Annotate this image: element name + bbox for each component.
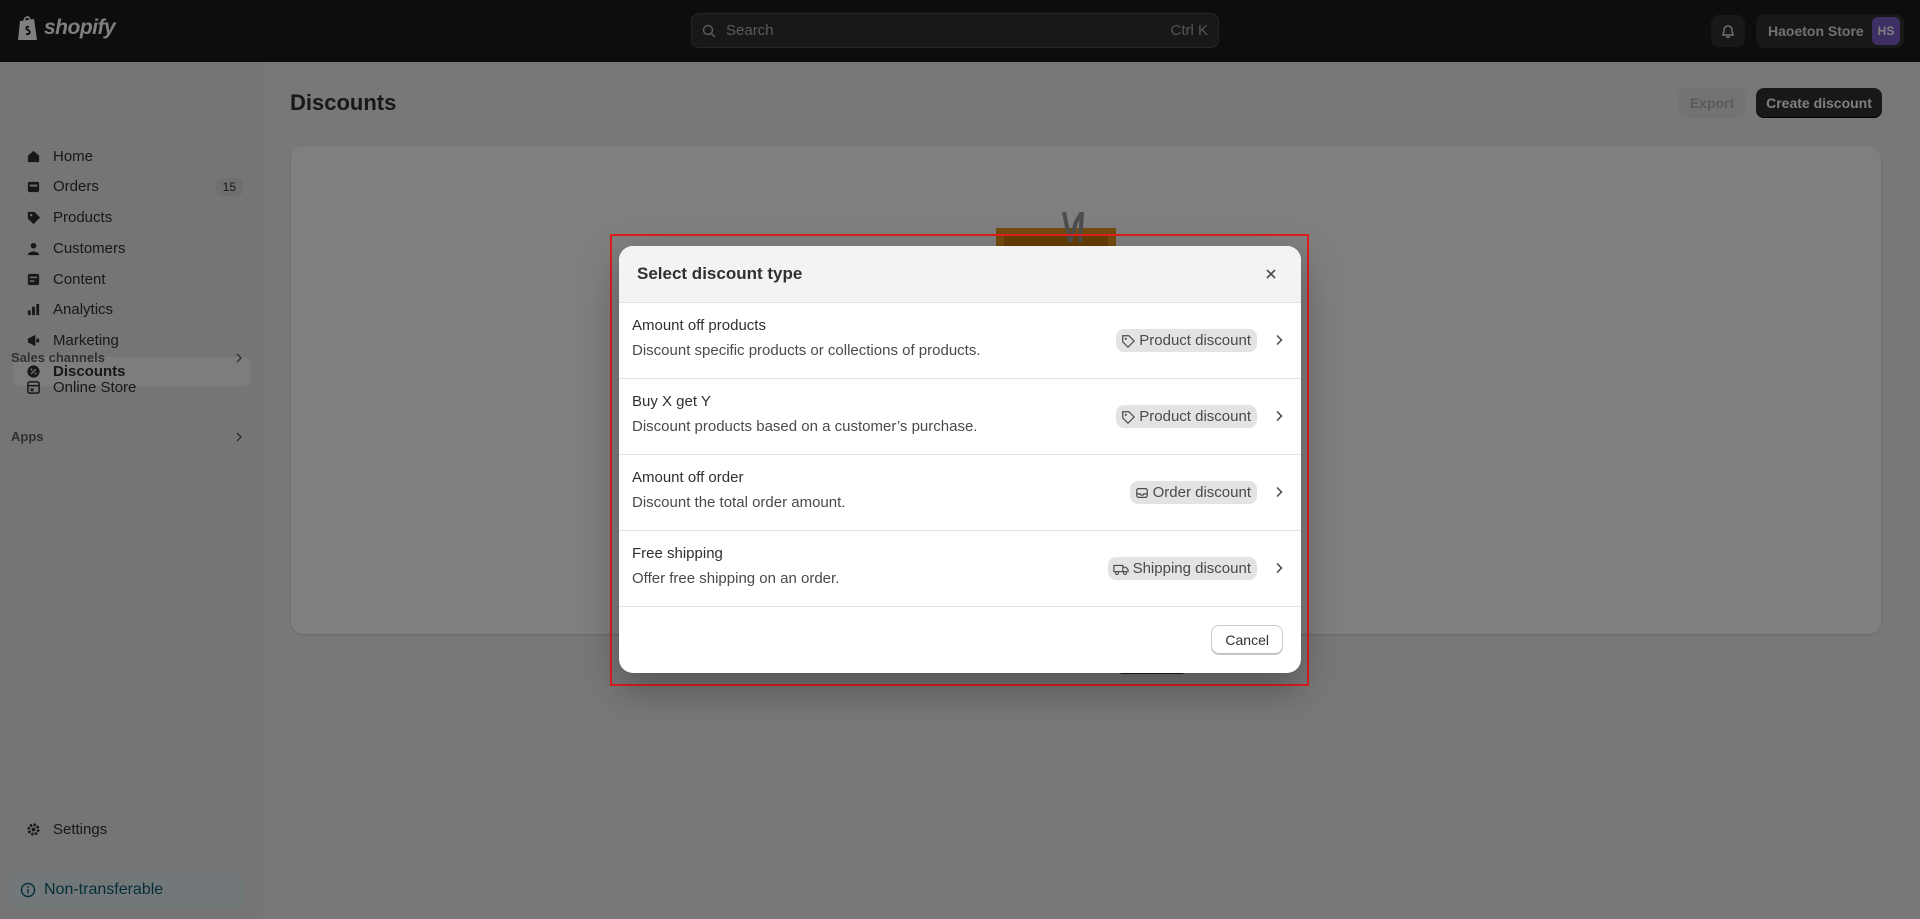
chevron-right-icon <box>1276 334 1283 346</box>
modal-title: Select discount type <box>637 264 803 283</box>
modal-header: Select discount type <box>619 246 1301 303</box>
option-free-shipping[interactable]: Free shipping Offer free shipping on an … <box>619 531 1301 607</box>
tag-icon <box>1122 410 1136 424</box>
chevron-right-icon <box>1276 562 1283 574</box>
chevron-right-icon <box>1276 486 1283 498</box>
tag-label: Product discount <box>1139 332 1251 349</box>
option-buy-x-get-y[interactable]: Buy X get Y Discount products based on a… <box>619 379 1301 455</box>
select-discount-type-modal: Select discount type Amount off products… <box>619 246 1301 673</box>
close-icon <box>1266 269 1276 279</box>
discount-type-tag: Shipping discount <box>1107 557 1257 580</box>
modal-footer: Cancel <box>619 607 1301 673</box>
tag-label: Product discount <box>1139 408 1251 425</box>
tag-label: Order discount <box>1152 484 1251 501</box>
tag-icon <box>1122 334 1136 348</box>
truck-icon <box>1112 564 1129 575</box>
discount-type-tag: Order discount <box>1129 481 1257 504</box>
option-amount-off-products[interactable]: Amount off products Discount specific pr… <box>619 303 1301 379</box>
tag-label: Shipping discount <box>1132 560 1251 577</box>
discount-type-tag: Product discount <box>1116 329 1257 352</box>
close-button[interactable] <box>1259 262 1283 286</box>
discount-type-tag: Product discount <box>1116 405 1257 428</box>
cancel-button[interactable]: Cancel <box>1211 625 1283 655</box>
cart-icon <box>1135 487 1148 498</box>
option-amount-off-order[interactable]: Amount off order Discount the total orde… <box>619 455 1301 531</box>
chevron-right-icon <box>1276 410 1283 422</box>
